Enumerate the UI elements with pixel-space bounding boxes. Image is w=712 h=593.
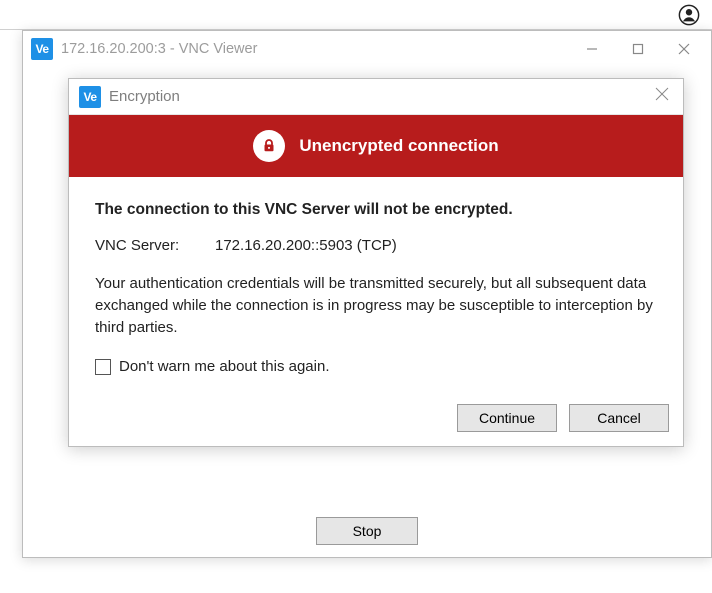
banner-text: Unencrypted connection <box>299 136 498 156</box>
user-avatar-icon[interactable] <box>678 4 700 26</box>
dialog-body: The connection to this VNC Server will n… <box>69 177 683 396</box>
explanation-text: Your authentication credentials will be … <box>95 273 657 338</box>
dialog-title: Encryption <box>109 88 180 105</box>
warning-banner: Unencrypted connection <box>69 115 683 177</box>
stop-button[interactable]: Stop <box>316 517 418 545</box>
maximize-button[interactable] <box>615 34 661 64</box>
outer-titlebar[interactable]: V‎e 172.16.20.200:3 - VNC Viewer <box>23 31 711 67</box>
close-button[interactable] <box>661 34 707 64</box>
parent-window-strip <box>0 0 712 30</box>
server-value: 172.16.20.200::5903 (TCP) <box>215 235 397 257</box>
vnc-logo-icon: V‎e <box>79 86 101 108</box>
dialog-button-row: Continue Cancel <box>69 396 683 446</box>
dont-warn-checkbox[interactable] <box>95 359 111 375</box>
vnc-logo-icon: V‎e <box>31 38 53 60</box>
dont-warn-label: Don't warn me about this again. <box>119 356 329 378</box>
minimize-button[interactable] <box>569 34 615 64</box>
server-label: VNC Server: <box>95 235 215 257</box>
dialog-titlebar[interactable]: V‎e Encryption <box>69 79 683 115</box>
close-icon[interactable] <box>651 83 673 110</box>
cancel-button[interactable]: Cancel <box>569 404 669 432</box>
headline-text: The connection to this VNC Server will n… <box>95 199 657 221</box>
continue-button[interactable]: Continue <box>457 404 557 432</box>
encryption-dialog: V‎e Encryption Unencrypted connection Th… <box>68 78 684 447</box>
outer-window-title: 172.16.20.200:3 - VNC Viewer <box>61 41 569 57</box>
lock-icon <box>253 130 285 162</box>
